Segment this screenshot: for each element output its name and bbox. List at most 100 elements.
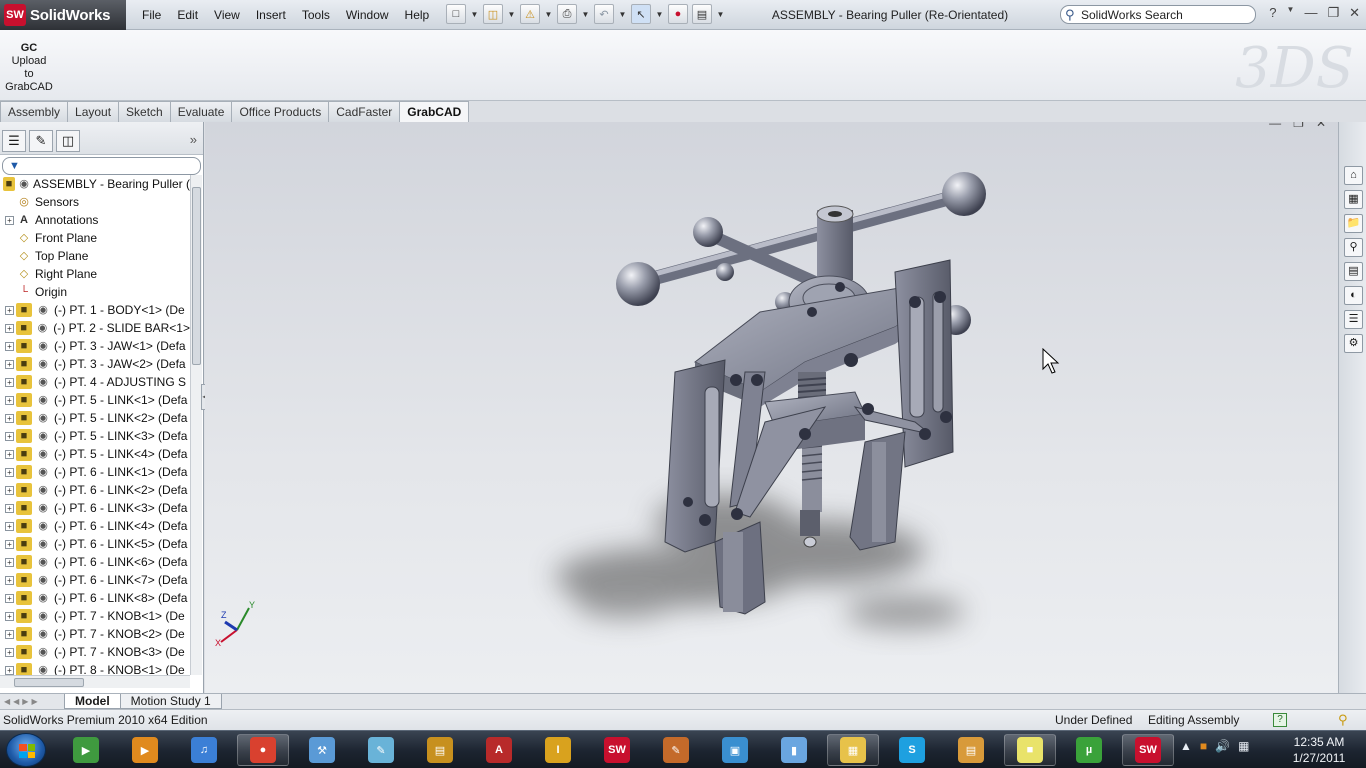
taskbar-app-button[interactable]: ✎ — [650, 734, 702, 766]
start-button[interactable] — [6, 733, 46, 767]
menu-insert[interactable]: Insert — [248, 8, 294, 22]
taskbar-app-button[interactable]: µ — [1063, 734, 1115, 766]
options-icon[interactable]: ▤ — [692, 4, 712, 24]
taskbar-app-button[interactable]: A — [473, 734, 525, 766]
save-dropdown-icon[interactable]: ▼ — [544, 4, 553, 24]
tree-item[interactable]: + ■ ◉ (-) PT. 6 - LINK<2> (Defa — [0, 481, 190, 499]
menu-window[interactable]: Window — [338, 8, 397, 22]
graphics-viewport[interactable]: — ❐ ✕ Y X Z — [205, 122, 1338, 693]
expand-toggle-icon[interactable]: + — [5, 341, 14, 351]
expand-toggle-icon[interactable]: + — [5, 431, 14, 441]
tree-item[interactable]: + ■ ◉ (-) PT. 6 - LINK<3> (Defa — [0, 499, 190, 517]
menu-edit[interactable]: Edit — [169, 8, 206, 22]
tab-layout[interactable]: Layout — [67, 101, 120, 122]
save-warning-icon[interactable]: ⚠ — [520, 4, 540, 24]
menu-view[interactable]: View — [206, 8, 248, 22]
tree-horizontal-scroll-thumb[interactable] — [14, 678, 84, 687]
tab-model[interactable]: Model — [64, 694, 121, 709]
tab-evaluate[interactable]: Evaluate — [169, 101, 233, 122]
taskbar-app-button[interactable]: I — [532, 734, 584, 766]
tree-item[interactable]: + ■ ◉ (-) PT. 5 - LINK<1> (Defa — [0, 391, 190, 409]
select-dropdown-icon[interactable]: ▼ — [655, 4, 664, 24]
expand-toggle-icon[interactable]: + — [5, 305, 14, 315]
menu-help[interactable]: Help — [397, 8, 438, 22]
taskbar-app-button[interactable]: ▤ — [945, 734, 997, 766]
filter-icon[interactable]: ▼ — [9, 160, 20, 172]
tree-item[interactable]: + ■ ◉ (-) PT. 8 - KNOB<1> (De — [0, 661, 190, 675]
print-icon[interactable]: ⎙ — [557, 4, 577, 24]
expand-toggle-icon[interactable]: + — [5, 377, 14, 387]
tree-item[interactable]: + ■ ◉ (-) PT. 7 - KNOB<2> (De — [0, 625, 190, 643]
open-folder-icon[interactable]: ◫ — [483, 4, 503, 24]
taskbar-app-button[interactable]: ■ — [1004, 734, 1056, 766]
view-palette-icon[interactable]: ▤ — [1344, 262, 1363, 281]
tree-item[interactable]: ◎ Sensors — [0, 193, 190, 211]
tab-cadfaster[interactable]: CadFaster — [328, 101, 401, 122]
help-icon[interactable]: ? — [1269, 5, 1276, 21]
taskbar-app-button[interactable]: ⚒ — [296, 734, 348, 766]
search-results-icon[interactable]: ⚲ — [1344, 238, 1363, 257]
clock[interactable]: 12:35 AM 1/27/2011 — [1284, 734, 1354, 766]
options-dropdown-icon[interactable]: ▼ — [716, 4, 725, 24]
show-hidden-icons-icon[interactable]: ▲ — [1180, 739, 1192, 753]
taskbar-app-button[interactable]: ▤ — [414, 734, 466, 766]
expand-toggle-icon[interactable]: + — [5, 539, 14, 549]
expand-toggle-icon[interactable]: + — [5, 593, 14, 603]
expand-toggle-icon[interactable]: + — [5, 323, 14, 333]
expand-toggle-icon[interactable]: + — [5, 611, 14, 621]
new-document-icon[interactable]: □ — [446, 4, 466, 24]
tree-root-assembly[interactable]: ■ ◉ ASSEMBLY - Bearing Puller ( — [0, 175, 190, 193]
solidworks-logo[interactable]: SW SolidWorks — [0, 0, 126, 30]
tree-item[interactable]: + ■ ◉ (-) PT. 6 - LINK<4> (Defa — [0, 517, 190, 535]
taskbar-app-button[interactable]: SW — [591, 734, 643, 766]
expand-toggle-icon[interactable]: + — [5, 359, 14, 369]
menu-file[interactable]: File — [134, 8, 169, 22]
expand-toggle-icon[interactable]: + — [5, 215, 14, 225]
taskbar-app-button[interactable]: ♫ — [178, 734, 230, 766]
tree-item[interactable]: + ■ ◉ (-) PT. 2 - SLIDE BAR<1> — [0, 319, 190, 337]
custom-properties-icon[interactable]: ☰ — [1344, 310, 1363, 329]
tree-item[interactable]: + A Annotations — [0, 211, 190, 229]
taskbar-app-button[interactable]: ▦ — [827, 734, 879, 766]
taskbar-app-button[interactable]: SW — [1122, 734, 1174, 766]
expand-toggle-icon[interactable]: + — [5, 557, 14, 567]
taskbar-app-button[interactable]: ▶ — [119, 734, 171, 766]
tree-item[interactable]: + ■ ◉ (-) PT. 5 - LINK<2> (Defa — [0, 409, 190, 427]
tab-motion-study-1[interactable]: Motion Study 1 — [119, 694, 222, 709]
restore-icon[interactable]: ❐ — [1327, 5, 1339, 21]
search-input[interactable] — [1081, 7, 1241, 22]
search-icon[interactable]: ⚲ — [1065, 7, 1081, 23]
select-arrow-icon[interactable]: ↖ — [631, 4, 651, 24]
tree-item[interactable]: └ Origin — [0, 283, 190, 301]
tab-assembly[interactable]: Assembly — [0, 101, 69, 122]
tree-filter[interactable]: ▼ — [2, 157, 201, 175]
tree-item[interactable]: + ■ ◉ (-) PT. 6 - LINK<5> (Defa — [0, 535, 190, 553]
tab-sketch[interactable]: Sketch — [118, 101, 171, 122]
rebuild-traffic-light-icon[interactable]: ● — [668, 4, 688, 24]
tree-item[interactable]: + ■ ◉ (-) PT. 3 - JAW<2> (Defa — [0, 355, 190, 373]
tree-vertical-scroll-thumb[interactable] — [192, 187, 201, 365]
tree-item[interactable]: + ■ ◉ (-) PT. 4 - ADJUSTING S — [0, 373, 190, 391]
expand-toggle-icon[interactable]: + — [5, 413, 14, 423]
tab-office-products[interactable]: Office Products — [231, 101, 330, 122]
expand-toggle-icon[interactable]: + — [5, 503, 14, 513]
expand-toggle-icon[interactable]: + — [5, 395, 14, 405]
tree-item[interactable]: + ■ ◉ (-) PT. 7 - KNOB<3> (De — [0, 643, 190, 661]
tree-item[interactable]: + ■ ◉ (-) PT. 5 - LINK<3> (Defa — [0, 427, 190, 445]
expand-panel-icon[interactable]: » — [190, 132, 197, 147]
expand-toggle-icon[interactable]: + — [5, 485, 14, 495]
feature-tree-tab-icon[interactable]: ☰ — [2, 130, 26, 152]
bearing-puller-model[interactable] — [205, 122, 1338, 693]
tab-scroll-arrows-icon[interactable]: ◀◀▶▶ — [0, 697, 64, 706]
expand-toggle-icon[interactable]: + — [5, 467, 14, 477]
tree-item[interactable]: + ■ ◉ (-) PT. 6 - LINK<6> (Defa — [0, 553, 190, 571]
taskbar-app-button[interactable]: ✎ — [355, 734, 407, 766]
taskbar-app-button[interactable]: ▶ — [60, 734, 112, 766]
tree-item[interactable]: ◇ Front Plane — [0, 229, 190, 247]
upload-to-grabcad-button[interactable]: GC Upload to GrabCAD — [4, 42, 54, 94]
menu-tools[interactable]: Tools — [294, 8, 338, 22]
taskbar-app-button[interactable]: ▣ — [709, 734, 761, 766]
taskbar-app-button[interactable]: ● — [237, 734, 289, 766]
undo-icon[interactable]: ↶ — [594, 4, 614, 24]
appearances-icon[interactable]: ◐ — [1344, 286, 1363, 305]
